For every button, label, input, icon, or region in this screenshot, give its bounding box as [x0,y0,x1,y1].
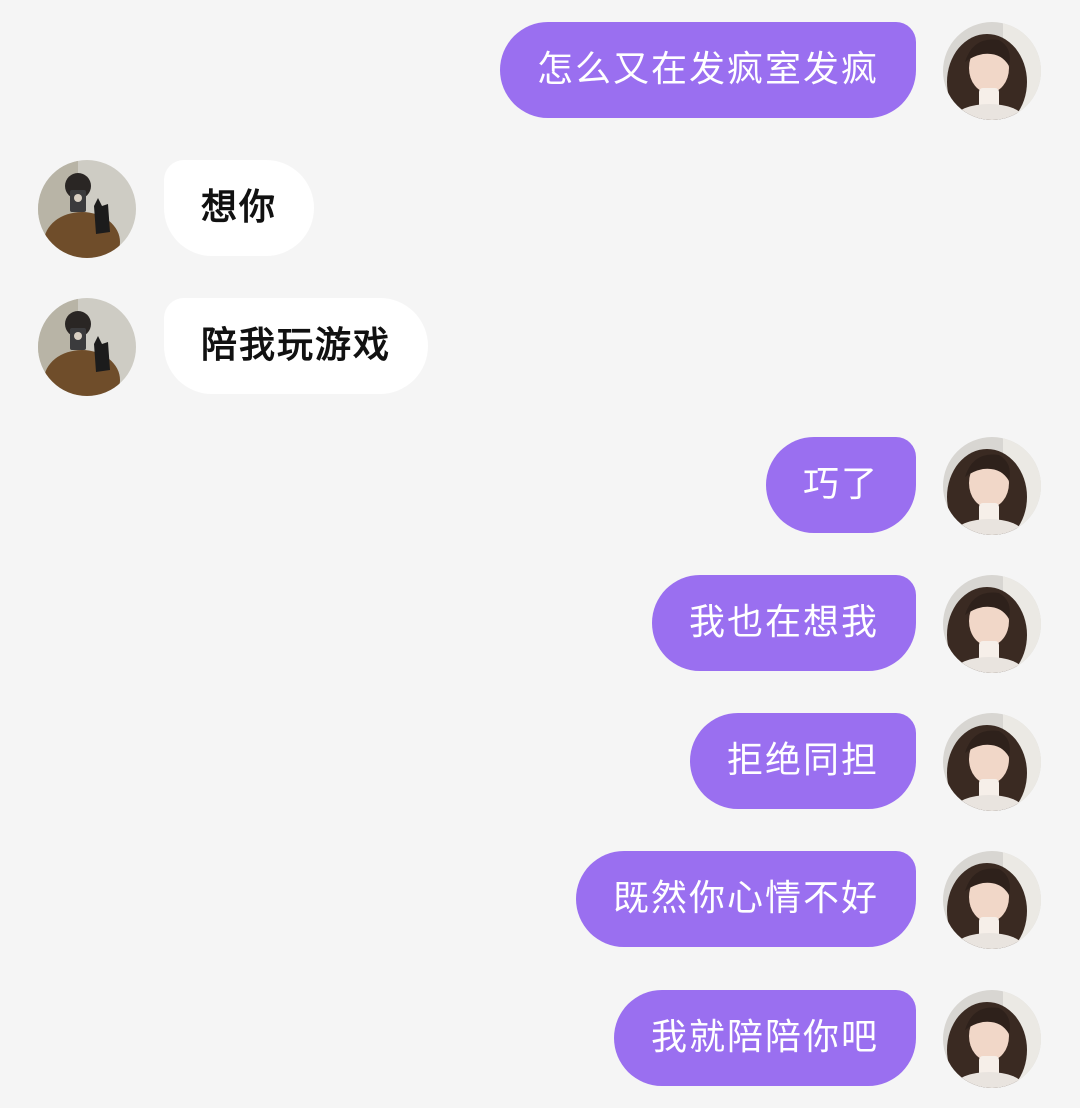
female-user-avatar[interactable] [943,22,1041,120]
message-bubble-outgoing[interactable]: 怎么又在发疯室发疯 [499,22,916,118]
female-user-avatar[interactable] [943,437,1041,535]
male-user-avatar[interactable] [38,298,136,396]
female-user-avatar[interactable] [943,575,1041,673]
message-row-outgoing: 我也在想我 [0,575,1080,673]
message-bubble-incoming[interactable]: 陪我玩游戏 [164,298,429,394]
male-user-avatar[interactable] [38,160,136,258]
message-bubble-outgoing[interactable]: 拒绝同担 [689,713,916,809]
message-bubble-outgoing[interactable]: 我就陪陪你吧 [613,990,916,1086]
message-row-outgoing: 既然你心情不好 [0,851,1080,949]
message-bubble-outgoing[interactable]: 我也在想我 [651,575,916,671]
female-user-avatar[interactable] [943,990,1041,1088]
message-row-incoming: 陪我玩游戏 [0,298,1080,396]
message-row-outgoing: 怎么又在发疯室发疯 [0,22,1080,120]
message-row-outgoing: 巧了 [0,437,1080,535]
message-bubble-incoming[interactable]: 想你 [164,160,315,256]
chat-message-list[interactable]: 怎么又在发疯室发疯 想你 陪我玩游戏 巧了 我也在想我 拒绝同担 既然你心情不好… [0,0,1080,1108]
female-user-avatar[interactable] [943,713,1041,811]
message-row-outgoing: 我就陪陪你吧 [0,990,1080,1088]
message-bubble-outgoing[interactable]: 巧了 [765,437,916,533]
female-user-avatar[interactable] [943,851,1041,949]
message-row-outgoing: 拒绝同担 [0,713,1080,811]
message-row-incoming: 想你 [0,160,1080,258]
message-bubble-outgoing[interactable]: 既然你心情不好 [575,851,916,947]
